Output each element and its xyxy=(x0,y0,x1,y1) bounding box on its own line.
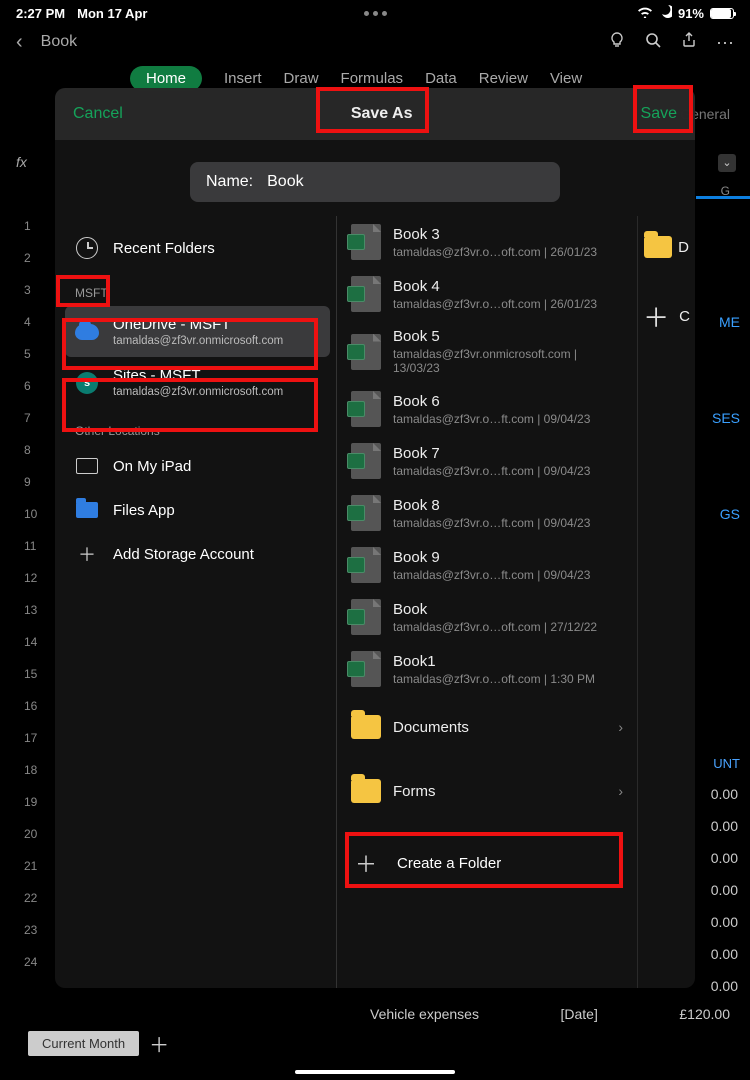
plus-icon: ＋ xyxy=(355,847,377,879)
location-sidebar: Recent Folders MSFT OneDrive - MSFT tama… xyxy=(55,216,337,988)
folder-icon xyxy=(351,715,381,739)
onedrive-icon xyxy=(75,320,99,344)
cancel-button[interactable]: Cancel xyxy=(73,105,123,123)
file-list[interactable]: Book 3tamaldas@zf3vr.o…oft.com | 26/01/2… xyxy=(337,216,637,988)
tab-data[interactable]: Data xyxy=(425,70,457,87)
save-as-dialog: Cancel Save As Save Name: Recent Folders… xyxy=(55,88,695,988)
dialog-title: Save As xyxy=(123,105,641,123)
file-item[interactable]: Book 8tamaldas@zf3vr.o…ft.com | 09/04/23 xyxy=(337,487,637,539)
file-item[interactable]: Book1tamaldas@zf3vr.o…oft.com | 1:30 PM xyxy=(337,643,637,695)
add-storage-label: Add Storage Account xyxy=(113,546,254,563)
multitask-dots[interactable] xyxy=(355,11,395,16)
status-time: 2:27 PM xyxy=(16,6,65,21)
excel-file-icon xyxy=(351,391,381,427)
add-storage-account[interactable]: ＋ Add Storage Account xyxy=(65,532,330,576)
excel-file-icon xyxy=(351,276,381,312)
bg-link-1: ME xyxy=(719,314,740,330)
excel-file-icon xyxy=(351,224,381,260)
files-app-label: Files App xyxy=(113,502,175,519)
formula-bar-label: fx xyxy=(16,154,27,170)
tab-insert[interactable]: Insert xyxy=(224,70,262,87)
tab-formulas[interactable]: Formulas xyxy=(341,70,404,87)
create-folder-label: Create a Folder xyxy=(397,855,501,872)
onedrive-sub: tamaldas@zf3vr.onmicrosoft.com xyxy=(113,335,283,347)
bg-values: 0.000.000.00 0.000.000.00 0.00 xyxy=(711,770,738,994)
section-other: Other Locations xyxy=(65,408,330,444)
sites-title: Sites - MSFT xyxy=(113,367,283,384)
right-column: D ＋ C xyxy=(637,216,695,988)
save-button[interactable]: Save xyxy=(641,105,677,123)
home-indicator[interactable] xyxy=(295,1070,455,1074)
recent-folders-label: Recent Folders xyxy=(113,240,215,257)
file-item[interactable]: Book 4tamaldas@zf3vr.o…oft.com | 26/01/2… xyxy=(337,268,637,320)
status-date: Mon 17 Apr xyxy=(77,6,147,21)
wifi-icon xyxy=(637,6,653,21)
sheet-tab-current[interactable]: Current Month xyxy=(28,1031,139,1056)
back-button[interactable]: ‹ xyxy=(16,31,23,54)
plus-icon: ＋ xyxy=(75,542,99,566)
on-my-ipad[interactable]: On My iPad xyxy=(65,444,330,488)
battery-icon xyxy=(710,8,734,19)
bg-data-row: Vehicle expenses [Date] £120.00 xyxy=(370,1006,730,1022)
tab-draw[interactable]: Draw xyxy=(284,70,319,87)
files-app[interactable]: Files App xyxy=(65,488,330,532)
folder-forms[interactable]: Forms › xyxy=(337,759,637,823)
app-toolbar: ‹ Book ··· xyxy=(0,22,750,62)
sharepoint-icon: s xyxy=(75,371,99,395)
excel-file-icon xyxy=(351,651,381,687)
onedrive-title: OneDrive - MSFT xyxy=(113,316,283,333)
file-item[interactable]: Book 9tamaldas@zf3vr.o…ft.com | 09/04/23 xyxy=(337,539,637,591)
tab-review[interactable]: Review xyxy=(479,70,528,87)
bg-link-3: GS xyxy=(720,506,740,522)
formula-dropdown[interactable]: ⌄ xyxy=(718,154,736,172)
section-msft: MSFT xyxy=(65,270,330,306)
sites-msft[interactable]: s Sites - MSFT tamaldas@zf3vr.onmicrosof… xyxy=(65,357,330,408)
tab-view[interactable]: View xyxy=(550,70,582,87)
search-icon[interactable] xyxy=(644,31,662,54)
bg-amount-header: UNT xyxy=(713,756,740,771)
lightbulb-icon[interactable] xyxy=(608,31,626,54)
excel-file-icon xyxy=(351,334,381,370)
file-item[interactable]: Book 3tamaldas@zf3vr.o…oft.com | 26/01/2… xyxy=(337,216,637,268)
recent-folders[interactable]: Recent Folders xyxy=(65,226,330,270)
battery-percent: 91% xyxy=(678,6,704,21)
chevron-right-icon: › xyxy=(618,719,623,735)
status-bar: 2:27 PM Mon 17 Apr 91% xyxy=(0,0,750,22)
create-folder[interactable]: ＋ Create a Folder xyxy=(337,823,637,903)
add-sheet-button[interactable]: ＋ xyxy=(149,1029,169,1058)
filename-field[interactable]: Name: xyxy=(190,162,560,202)
folder-icon xyxy=(351,779,381,803)
onedrive-msft[interactable]: OneDrive - MSFT tamaldas@zf3vr.onmicroso… xyxy=(65,306,330,357)
excel-file-icon xyxy=(351,495,381,531)
folder-icon[interactable] xyxy=(644,236,672,258)
file-item[interactable]: Booktamaldas@zf3vr.o…oft.com | 27/12/22 xyxy=(337,591,637,643)
filename-input[interactable] xyxy=(267,173,544,191)
clock-icon xyxy=(75,236,99,260)
right-item-d[interactable]: D xyxy=(678,239,689,256)
share-icon[interactable] xyxy=(680,31,698,54)
excel-file-icon xyxy=(351,547,381,583)
filename-label: Name: xyxy=(206,173,253,191)
folder-documents[interactable]: Documents › xyxy=(337,695,637,759)
file-item[interactable]: Book 7tamaldas@zf3vr.o…ft.com | 09/04/23 xyxy=(337,435,637,487)
excel-file-icon xyxy=(351,599,381,635)
selection-indicator xyxy=(696,196,750,199)
bg-link-2: SES xyxy=(712,410,740,426)
file-item[interactable]: Book 5tamaldas@zf3vr.onmicrosoft.com | 1… xyxy=(337,320,637,383)
on-my-ipad-label: On My iPad xyxy=(113,458,191,475)
excel-file-icon xyxy=(351,443,381,479)
sites-sub: tamaldas@zf3vr.onmicrosoft.com xyxy=(113,386,283,398)
more-icon[interactable]: ··· xyxy=(716,32,734,53)
plus-icon[interactable]: ＋ xyxy=(643,298,669,335)
folder-icon xyxy=(75,498,99,522)
ipad-icon xyxy=(75,454,99,478)
document-title[interactable]: Book xyxy=(41,33,590,51)
sheet-tabs: Current Month ＋ xyxy=(28,1029,169,1058)
row-headers: 123 456 789 101112 131415 161718 192021 … xyxy=(0,210,37,978)
moon-icon xyxy=(659,5,672,21)
chevron-right-icon: › xyxy=(618,783,623,799)
file-item[interactable]: Book 6tamaldas@zf3vr.o…ft.com | 09/04/23 xyxy=(337,383,637,435)
right-item-c[interactable]: C xyxy=(679,308,690,325)
